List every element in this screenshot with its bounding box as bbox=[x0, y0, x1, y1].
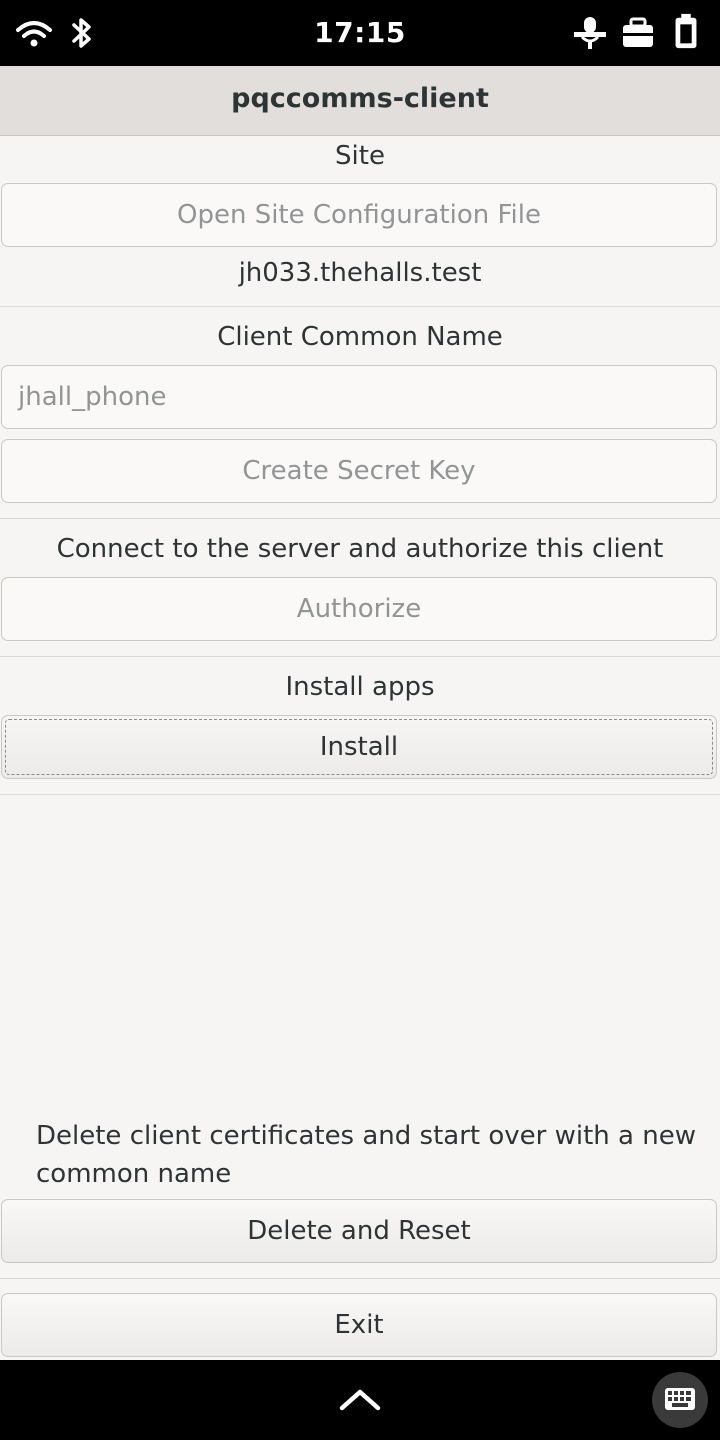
install-button[interactable]: Install bbox=[1, 715, 717, 779]
header-bar: pqccomms-client bbox=[0, 66, 720, 136]
delete-and-reset-button[interactable]: Delete and Reset bbox=[1, 1199, 717, 1263]
open-site-config-button[interactable]: Open Site Configuration File bbox=[1, 183, 717, 247]
chevron-up-icon[interactable] bbox=[338, 1386, 382, 1412]
status-bar: 17:15 bbox=[0, 0, 720, 66]
clock: 17:15 bbox=[314, 16, 406, 49]
client-common-name-label: Client Common Name bbox=[217, 322, 503, 352]
keyboard-icon bbox=[665, 1388, 695, 1410]
common-name-field[interactable]: jhall_phone bbox=[1, 365, 717, 429]
separator bbox=[0, 794, 720, 795]
separator bbox=[0, 1278, 720, 1279]
authorize-label: Connect to the server and authorize this… bbox=[56, 534, 664, 564]
separator bbox=[0, 656, 720, 657]
reset-description: Delete client certificates and start ove… bbox=[36, 1121, 696, 1189]
exit-button[interactable]: Exit bbox=[1, 1293, 717, 1357]
install-apps-label: Install apps bbox=[285, 672, 435, 702]
navigation-bar bbox=[0, 1360, 720, 1440]
battery-icon bbox=[675, 13, 697, 49]
separator bbox=[0, 518, 720, 519]
site-name-text: jh033.thehalls.test bbox=[238, 258, 482, 288]
authorize-button[interactable]: Authorize bbox=[1, 577, 717, 641]
separator bbox=[0, 306, 720, 307]
app-title: pqccomms-client bbox=[231, 83, 489, 114]
microphone-muted-icon bbox=[574, 17, 606, 49]
create-secret-key-button[interactable]: Create Secret Key bbox=[1, 439, 717, 503]
keyboard-toggle-button[interactable] bbox=[652, 1372, 708, 1428]
vpn-icon bbox=[623, 17, 653, 47]
site-label: Site bbox=[335, 141, 385, 171]
